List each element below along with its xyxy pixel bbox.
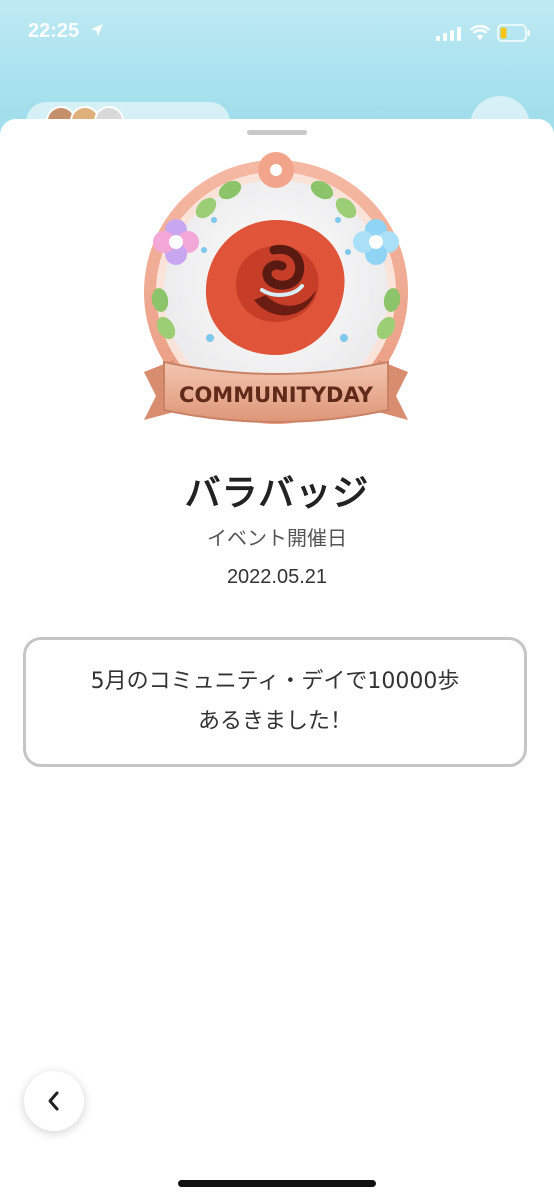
status-time: 22:25 [28, 20, 80, 42]
status-bar: 22:25 [0, 0, 554, 64]
home-indicator [178, 1180, 376, 1187]
back-button[interactable] [24, 1071, 84, 1131]
rose-badge-image: COMMUNITYDAY [144, 152, 408, 424]
achievement-message-box: 5月のコミュニティ・デイで10000歩 あるきました！ [23, 637, 527, 767]
achievement-message-text: 5月のコミュニティ・デイで10000歩 あるきました！ [90, 669, 460, 734]
badge-name: バラバッジ [184, 473, 370, 514]
sheet-drag-handle[interactable] [247, 130, 307, 135]
location-arrow-icon [91, 24, 103, 36]
event-date-label: イベント開催日 [207, 526, 347, 550]
wifi-icon [470, 25, 490, 40]
event-date-value: 2022.05.21 [226, 566, 328, 588]
battery-icon [497, 24, 530, 42]
badge-emblem-text: COMMUNITYDAY [179, 383, 374, 407]
signal-icon [436, 27, 461, 41]
chevron-left-icon [48, 1091, 59, 1111]
